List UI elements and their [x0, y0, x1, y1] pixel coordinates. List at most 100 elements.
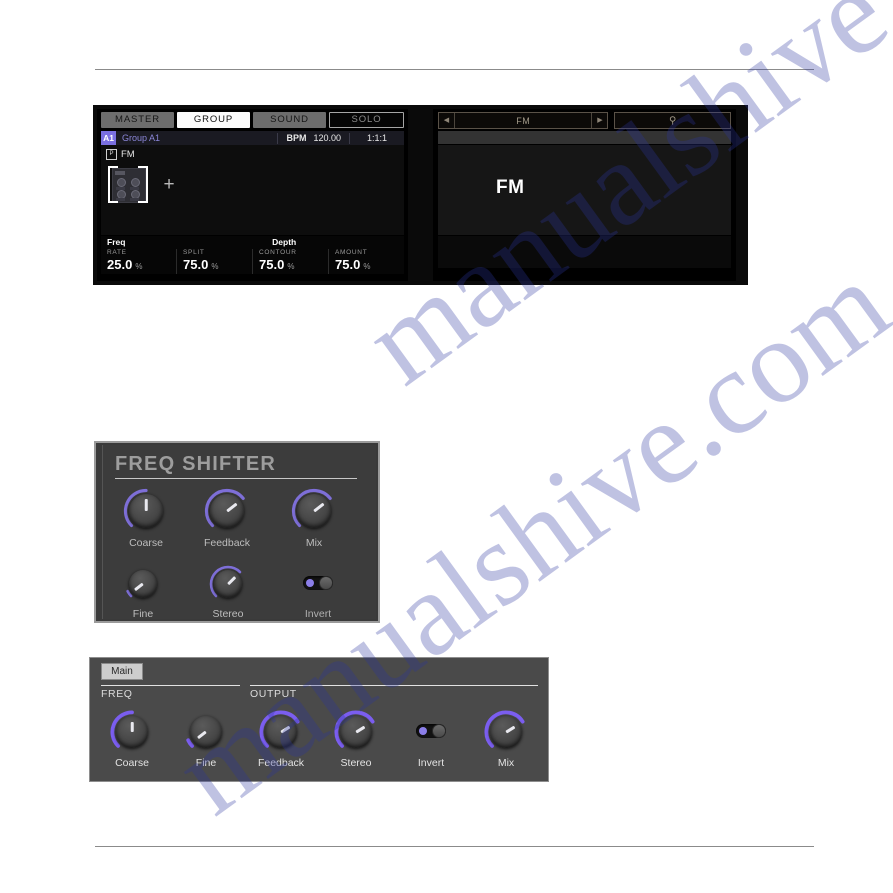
param-unit: % — [211, 262, 219, 271]
knob-graphic — [484, 710, 528, 754]
param-group-title-freq: Freq — [107, 237, 126, 247]
knob-graphic — [123, 488, 169, 534]
parameter-footer: Freq Depth RATE 25.0% SPLIT 75.0% CONTOU… — [101, 236, 404, 274]
plugin-slot-title: P FM — [101, 145, 404, 160]
knob-pointer — [130, 722, 134, 732]
param-caption: CONTOUR — [259, 249, 297, 256]
tab-master[interactable]: MASTER — [101, 112, 174, 128]
param-value: 75.0 — [183, 257, 209, 272]
strip-toggle-invert[interactable]: Invert — [401, 710, 461, 769]
left-display: MASTER GROUP SOUND SOLO A1 Group A1 BPM … — [97, 109, 408, 281]
header-rule — [95, 69, 814, 70]
selection-bracket — [108, 169, 110, 200]
knob-graphic — [184, 710, 228, 754]
add-plugin-button[interactable]: + — [161, 175, 177, 194]
knob-graphic — [124, 565, 162, 603]
tab-solo[interactable]: SOLO — [329, 112, 404, 128]
selection-bracket — [146, 169, 148, 200]
knob-label: Mix — [497, 757, 515, 769]
toggle-handle[interactable] — [432, 724, 446, 738]
section-divider — [101, 685, 240, 686]
toggle-label: Invert — [417, 757, 445, 769]
knob-graphic — [204, 488, 250, 534]
browser-category-strip[interactable] — [438, 131, 731, 144]
param-value: 25.0 — [107, 257, 133, 272]
tab-group[interactable]: GROUP — [177, 112, 250, 128]
knob-graphic — [110, 710, 154, 754]
tab-main[interactable]: Main — [101, 663, 143, 680]
right-display: ◀ FM ▶ ⚲ FM — [433, 109, 736, 281]
bpm-label: BPM — [286, 133, 307, 143]
thumbnail-knob-icon — [131, 178, 140, 187]
toggle-indicator-dot — [419, 727, 427, 735]
display-gap — [408, 105, 433, 285]
bpm-value[interactable]: 120.00 — [313, 133, 349, 143]
strip-knob-coarse[interactable]: Coarse — [102, 710, 162, 769]
search-icon: ⚲ — [669, 115, 677, 126]
browser-search-field[interactable]: ⚲ — [614, 112, 731, 129]
strip-knob-fine[interactable]: Fine — [176, 710, 236, 769]
knob-label: Fine — [195, 757, 217, 769]
knob-pointer — [144, 499, 148, 511]
knob-label: Mix — [305, 537, 323, 549]
chevron-right-icon[interactable]: ▶ — [591, 113, 607, 128]
knob-mix[interactable]: Mix — [283, 488, 345, 549]
strip-knob-stereo[interactable]: Stereo — [326, 710, 386, 769]
toggle-handle[interactable] — [319, 576, 333, 590]
browser-current-name: FM — [516, 115, 531, 126]
knob-coarse[interactable]: Coarse — [115, 488, 177, 549]
knob-label: Fine — [132, 608, 154, 620]
strip-knob-feedback[interactable]: Feedback — [251, 710, 311, 769]
freq-shifter-title: FREQ SHIFTER — [115, 453, 277, 475]
knob-label: Coarse — [129, 537, 163, 549]
knob-label: Feedback — [203, 537, 251, 549]
knob-body — [116, 716, 148, 748]
knob-label: Coarse — [115, 757, 149, 769]
param-cell-contour[interactable]: CONTOUR 75.0% — [252, 249, 328, 274]
parameter-cells: RATE 25.0% SPLIT 75.0% CONTOUR 75.0% AMO… — [101, 249, 404, 274]
knob-label: Feedback — [257, 757, 305, 769]
param-unit: % — [135, 262, 143, 271]
thumbnail-knob-icon — [117, 178, 126, 187]
parameter-group-row: Freq Depth — [101, 236, 404, 249]
plugin-thumbnail-selected[interactable] — [108, 166, 148, 203]
transport-position: 1:1:1 — [366, 133, 388, 143]
param-caption: SPLIT — [183, 249, 205, 256]
toggle-switch-graphic[interactable] — [303, 576, 333, 590]
section-divider — [250, 685, 538, 686]
plugin-slot-label: FM — [121, 149, 135, 160]
knob-label: Stereo — [212, 608, 244, 620]
group-info-row: A1 Group A1 BPM 120.00 1:1:1 — [101, 131, 404, 145]
toggle-indicator-dot — [306, 579, 314, 587]
section-label: OUTPUT — [250, 688, 297, 700]
plugin-slot-area: P FM + — [101, 145, 404, 235]
tab-sound[interactable]: SOUND — [253, 112, 326, 128]
param-caption: AMOUNT — [335, 249, 368, 256]
strip-knob-mix[interactable]: Mix — [476, 710, 536, 769]
knob-graphic — [291, 488, 337, 534]
knob-feedback[interactable]: Feedback — [196, 488, 258, 549]
param-value: 75.0 — [335, 257, 361, 272]
toggle-switch-graphic[interactable] — [416, 724, 446, 738]
title-divider — [115, 478, 357, 479]
knob-graphic — [209, 565, 247, 603]
toggle-label: Invert — [304, 608, 332, 620]
knob-graphic — [334, 710, 378, 754]
group-badge: A1 — [101, 131, 116, 145]
param-caption: RATE — [107, 249, 127, 256]
param-cell-amount[interactable]: AMOUNT 75.0% — [328, 249, 404, 274]
display-tab-row: MASTER GROUP SOUND SOLO — [97, 109, 408, 130]
knob-fine[interactable]: Fine — [117, 565, 169, 620]
param-cell-split[interactable]: SPLIT 75.0% — [176, 249, 252, 274]
plugin-parameter-strip: Main FREQ OUTPUT Coarse Fine Feedback St… — [89, 657, 549, 782]
chevron-left-icon[interactable]: ◀ — [439, 113, 455, 128]
group-name: Group A1 — [122, 133, 161, 143]
browser-name-selector[interactable]: ◀ FM ▶ — [438, 112, 609, 129]
section-label: FREQ — [101, 688, 133, 700]
param-cell-rate[interactable]: RATE 25.0% — [101, 249, 176, 274]
toggle-invert[interactable]: Invert — [288, 565, 348, 620]
knob-label: Stereo — [340, 757, 372, 769]
knob-stereo[interactable]: Stereo — [202, 565, 254, 620]
browser-footer-area — [438, 236, 731, 268]
param-group-title-depth: Depth — [272, 237, 297, 247]
